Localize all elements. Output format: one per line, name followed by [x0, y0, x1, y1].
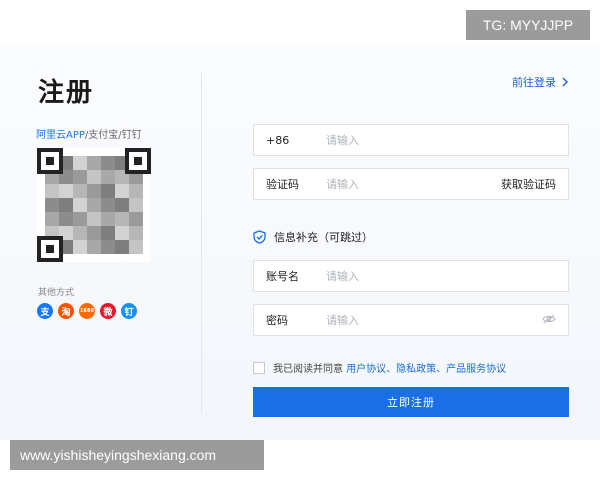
- go-login-link[interactable]: 前往登录: [512, 74, 569, 90]
- scan-apps-rest: /支付宝/钉钉: [84, 130, 142, 141]
- code-field[interactable]: 验证码 请输入 获取验证码: [253, 168, 569, 200]
- password-input[interactable]: 请输入: [314, 312, 542, 328]
- watermark-badge: TG: MYYJJPP: [466, 10, 590, 40]
- taobao-icon[interactable]: 淘: [58, 303, 74, 319]
- chevron-right-icon: [562, 77, 568, 87]
- site-watermark: www.yishisheyingshexiang.com: [10, 440, 264, 470]
- phone-input[interactable]: 请输入: [314, 132, 568, 148]
- other-methods-label: 其他方式: [38, 288, 75, 298]
- 1688-icon[interactable]: 1688: [79, 303, 95, 319]
- password-label: 密码: [266, 314, 288, 327]
- agreement-prefix: 我已阅读并同意: [273, 364, 343, 375]
- qr-finder-bottom-left: [37, 236, 63, 262]
- account-field[interactable]: 账号名 请输入: [253, 260, 569, 292]
- scan-apps-hint: 阿里云APP/支付宝/钉钉: [36, 126, 142, 141]
- eye-off-icon[interactable]: [542, 313, 568, 327]
- social-login-row: 支淘 1688 微钉: [37, 303, 137, 319]
- qr-code: [37, 148, 151, 262]
- get-code-button[interactable]: 获取验证码: [501, 176, 568, 192]
- info-section-label: 信息补充（可跳过）: [274, 231, 373, 244]
- info-section-title: 信息补充（可跳过）: [253, 229, 373, 245]
- go-login-label: 前往登录: [512, 76, 556, 89]
- agreement-checkbox[interactable]: [253, 361, 265, 374]
- phone-field[interactable]: +86 请输入: [253, 124, 569, 156]
- page-title: 注册: [38, 78, 95, 108]
- code-label: 验证码: [266, 178, 299, 191]
- shield-check-icon: [253, 230, 266, 244]
- agreement-text: 我已阅读并同意 用户协议、隐私政策、产品服务协议: [273, 360, 506, 375]
- agreement-row: 我已阅读并同意 用户协议、隐私政策、产品服务协议: [253, 360, 506, 375]
- country-code[interactable]: +86: [254, 134, 314, 147]
- dingtalk-icon[interactable]: 钉: [121, 303, 137, 319]
- register-button[interactable]: 立即注册: [253, 387, 569, 417]
- account-label: 账号名: [266, 270, 299, 283]
- account-input[interactable]: 请输入: [314, 268, 568, 284]
- scan-apps-primary: 阿里云APP: [36, 130, 85, 141]
- qr-finder-top-right: [125, 148, 151, 174]
- qr-finder-top-left: [37, 148, 63, 174]
- password-field[interactable]: 密码 请输入: [253, 304, 569, 336]
- code-input[interactable]: 请输入: [314, 176, 501, 192]
- alipay-icon[interactable]: 支: [37, 303, 53, 319]
- vertical-divider: [201, 72, 202, 414]
- agreement-links[interactable]: 用户协议、隐私政策、产品服务协议: [346, 364, 506, 375]
- weibo-icon[interactable]: 微: [100, 303, 116, 319]
